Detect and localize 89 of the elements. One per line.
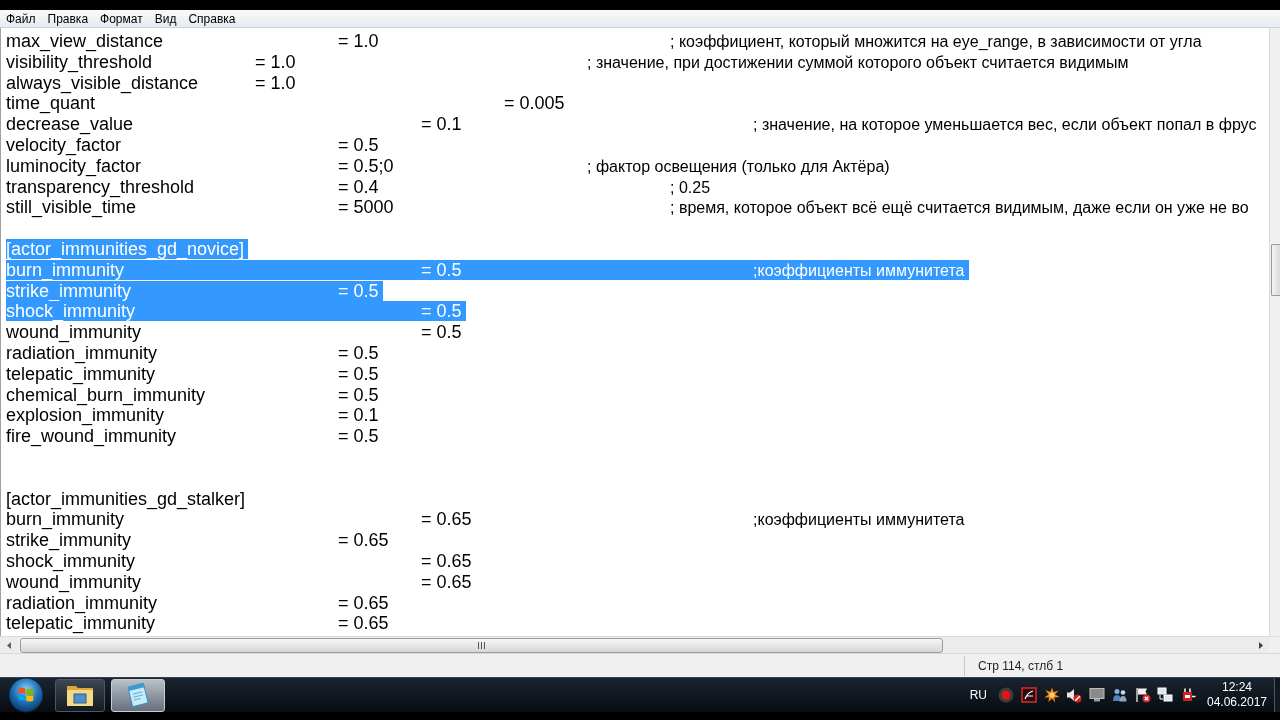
comment: ; 0.25 xyxy=(670,178,711,196)
setting-key: strike_immunity xyxy=(6,530,132,551)
people-icon[interactable] xyxy=(1111,687,1128,703)
setting-value: = 0.1 xyxy=(338,405,379,426)
menu-item[interactable]: Правка xyxy=(41,10,95,27)
setting-key: max_view_distance xyxy=(6,31,164,51)
setting-key: always_visible_distance xyxy=(6,72,199,93)
taskbar-button[interactable] xyxy=(55,678,105,712)
comment: ; коэффициент, который множится на eye_range, в зависимости от угла xyxy=(670,33,1202,50)
scroll-thumb[interactable] xyxy=(20,637,943,653)
section-header: [actor_immunities_gd_novice] xyxy=(6,238,245,259)
setting-value: = 0.5 xyxy=(338,135,379,155)
setting-key: radiation_immunity xyxy=(6,342,158,363)
setting-key: visibility_threshold xyxy=(6,51,153,72)
setting-value: = 0.65 xyxy=(338,530,389,551)
section-header: [actor_immunities_gd_stalker] xyxy=(6,488,246,509)
setting-key: time_quant xyxy=(6,93,96,114)
grip-icon xyxy=(478,641,485,649)
setting-key: luminocity_factor xyxy=(6,155,142,176)
speaker-muted-icon[interactable] xyxy=(1066,687,1083,703)
setting-value: = 0.5 xyxy=(338,363,379,384)
cursor-position: Стр 114, стлб 1 xyxy=(978,657,1064,675)
setting-key: transparency_threshold xyxy=(6,176,195,197)
setting-key: shock_immunity xyxy=(6,301,136,322)
setting-value: = 0.65 xyxy=(421,571,472,592)
clock-date[interactable]: 04.06.2017 xyxy=(1206,695,1268,710)
menu-item[interactable]: Справка xyxy=(182,10,242,27)
menu-item[interactable]: Формат xyxy=(94,10,149,27)
setting-key: wound_immunity xyxy=(6,571,142,592)
clock-time[interactable]: 12:24 xyxy=(1222,680,1252,695)
comment: ; значение, при достижении суммой которого объект считается видимым xyxy=(587,53,1129,71)
vertical-scrollbar[interactable] xyxy=(1269,28,1280,636)
menu-item[interactable]: Вид xyxy=(148,10,183,27)
start-button[interactable] xyxy=(8,677,44,713)
setting-key: shock_immunity xyxy=(6,550,136,571)
setting-value: = 0.5 xyxy=(338,384,379,405)
language-indicator[interactable]: RU xyxy=(969,686,987,704)
setting-key: strike_immunity xyxy=(6,280,132,301)
record-icon[interactable] xyxy=(998,687,1014,703)
splat-icon[interactable] xyxy=(1043,687,1060,703)
app-tile-icon[interactable] xyxy=(1020,687,1037,703)
comment: ; значение, на которое уменьшается вес, если объект попал в фрус xyxy=(753,116,1257,134)
setting-value: = 0.5 xyxy=(338,280,379,301)
text-area[interactable] xyxy=(0,28,1269,636)
arrow-left-icon xyxy=(6,641,11,649)
setting-value: = 0.5;0 xyxy=(338,155,394,176)
setting-key: explosion_immunity xyxy=(6,405,165,426)
menu-item[interactable]: Файл xyxy=(0,10,42,27)
setting-value: = 0.5 xyxy=(421,259,462,280)
windows-logo-icon xyxy=(8,677,44,713)
setting-key: wound_immunity xyxy=(6,322,142,343)
setting-value: = 0.65 xyxy=(338,613,389,634)
plug-icon[interactable] xyxy=(1180,687,1196,703)
setting-value: = 0.5 xyxy=(338,426,379,447)
setting-value: = 0.5 xyxy=(421,322,462,343)
setting-value: = 0.5 xyxy=(421,301,462,322)
setting-value: = 0.005 xyxy=(504,93,565,114)
setting-value: = 0.65 xyxy=(421,509,472,530)
setting-key: burn_immunity xyxy=(6,509,125,530)
setting-key: velocity_factor xyxy=(6,135,122,155)
setting-value: = 0.4 xyxy=(338,176,379,197)
setting-value: = 5000 xyxy=(338,197,394,218)
setting-value: = 0.5 xyxy=(338,342,379,363)
setting-value: = 1.0 xyxy=(255,72,296,93)
setting-key: telepatic_immunity xyxy=(6,613,156,634)
setting-key: still_visible_time xyxy=(6,197,137,218)
setting-value: = 0.1 xyxy=(421,114,462,135)
comment: ; фактор освещения (только для Актёра) xyxy=(587,157,890,175)
setting-key: fire_wound_immunity xyxy=(6,426,177,447)
setting-value: = 0.65 xyxy=(338,592,389,613)
setting-key: decrease_value xyxy=(6,114,134,135)
folder-icon xyxy=(66,683,94,707)
show-desktop-button[interactable] xyxy=(1274,678,1280,712)
monitor-icon[interactable] xyxy=(1089,687,1105,703)
arrow-right-icon xyxy=(1258,641,1263,649)
comment: ;коэффициенты иммунитета xyxy=(753,511,965,529)
setting-key: burn_immunity xyxy=(6,259,125,280)
network-icon[interactable] xyxy=(1157,687,1174,703)
setting-value: = 0.65 xyxy=(421,550,472,571)
setting-value: = 1.0 xyxy=(255,51,296,72)
setting-key: telepatic_immunity xyxy=(6,363,156,384)
comment: ; время, которое объект всё ещё считается видимым, даже если он уже не во xyxy=(670,199,1249,217)
setting-value: = 1.0 xyxy=(338,31,379,51)
flag-icon[interactable] xyxy=(1134,687,1151,703)
scroll-thumb[interactable] xyxy=(1271,244,1280,296)
setting-key: radiation_immunity xyxy=(6,592,158,613)
comment: ;коэффициенты иммунитета xyxy=(753,261,965,279)
horizontal-scrollbar[interactable] xyxy=(0,636,1280,653)
setting-key: chemical_burn_immunity xyxy=(6,384,206,405)
